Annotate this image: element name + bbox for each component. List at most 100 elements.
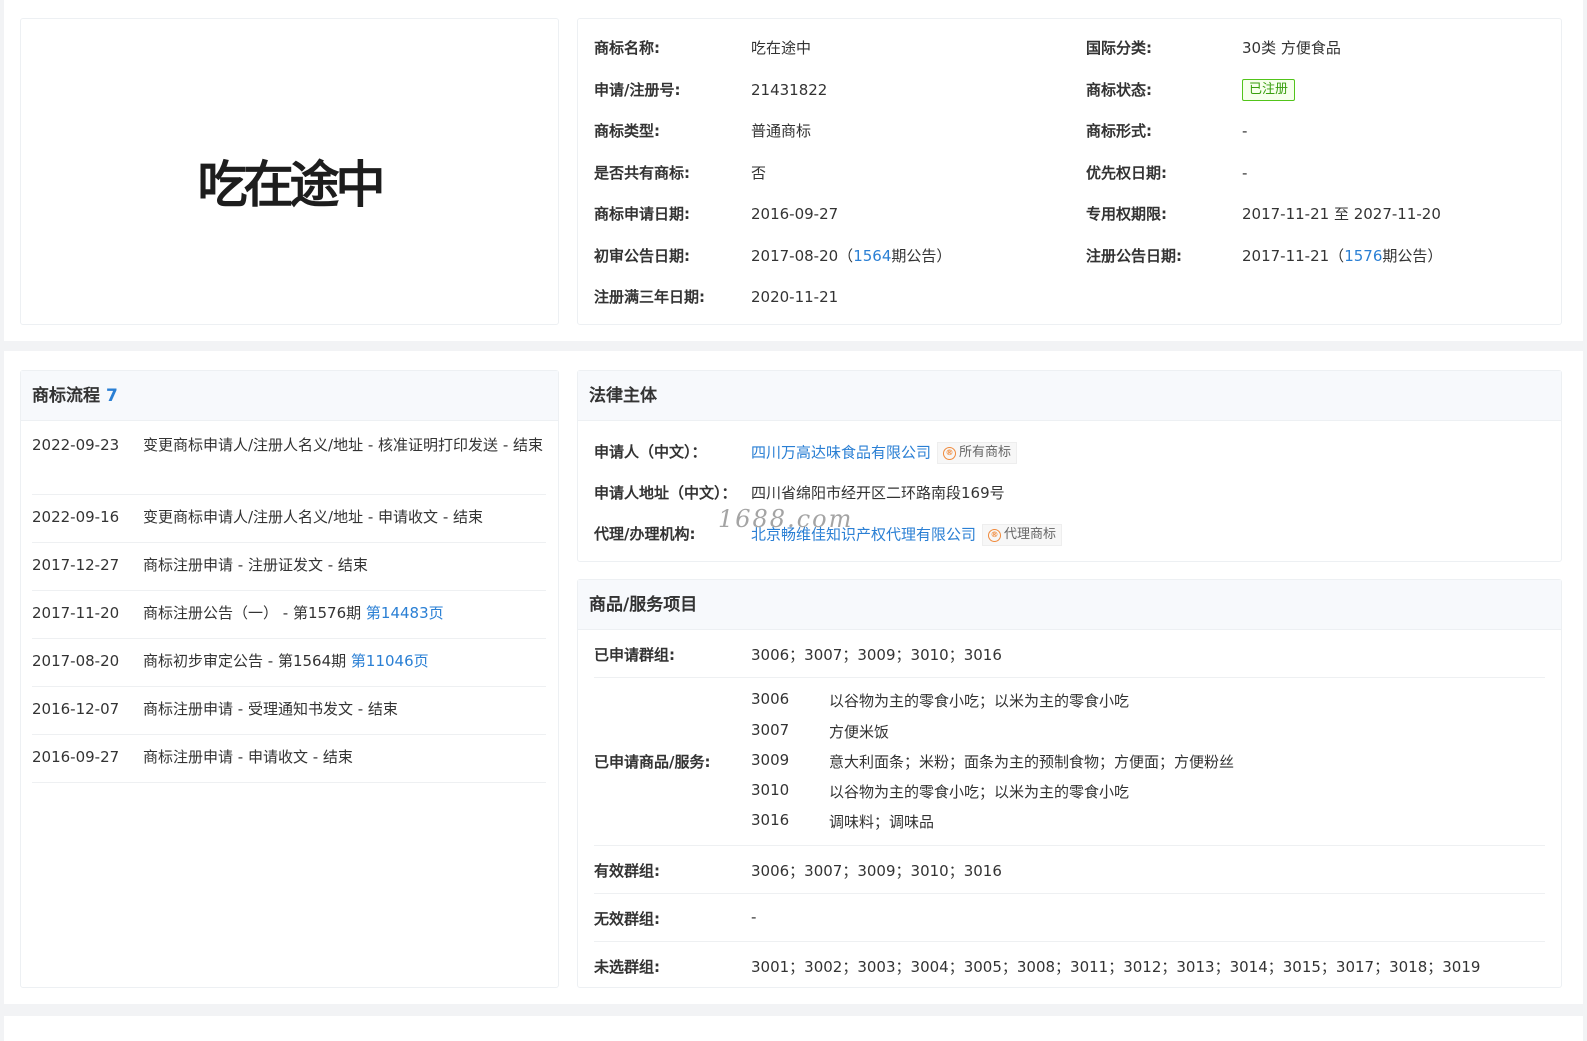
registered-icon: ®	[943, 446, 957, 460]
info-label: 优先权日期:	[1086, 164, 1167, 182]
flow-date: 2016-12-07	[32, 700, 120, 718]
flow-text: 商标初步审定公告 - 第1564期 第11046页	[143, 649, 543, 673]
info-value: 21431822	[751, 81, 828, 99]
flow-title: 商标流程	[32, 386, 100, 406]
agent-trademarks-label: 代理商标	[1004, 527, 1057, 542]
reg-issue-suffix: 期公告）	[1382, 247, 1443, 265]
goods-row-valid-groups: 有效群组: 3006；3007；3009；3010；3016	[594, 846, 1545, 894]
flow-date: 2022-09-16	[32, 508, 120, 526]
flow-text-main: 商标初步审定公告 - 第1564期	[143, 652, 351, 670]
registered-icon: ®	[988, 528, 1002, 542]
flow-date: 2017-12-27	[32, 556, 120, 574]
prelim-issue-link[interactable]: 1564	[853, 247, 891, 265]
flow-date: 2017-08-20	[32, 652, 120, 670]
flow-page-link[interactable]: 第11046页	[351, 652, 429, 670]
flow-row: 2016-12-07 商标注册申请 - 受理通知书发文 - 结束	[32, 697, 546, 735]
flow-date: 2017-11-20	[32, 604, 120, 622]
info-label: 专用权期限:	[1086, 205, 1167, 223]
flow-text: 变更商标申请人/注册人名义/地址 - 核准证明打印发送 - 结束	[143, 436, 544, 454]
unselected-groups-label: 未选群组:	[594, 958, 660, 976]
agent-trademarks-button[interactable]: ® 代理商标	[982, 524, 1063, 546]
all-trademarks-label: 所有商标	[959, 445, 1012, 460]
flow-text-main: 商标注册公告（一） - 第1576期	[143, 604, 366, 622]
flow-text: 商标注册申请 - 受理通知书发文 - 结束	[143, 700, 398, 718]
service-code: 3007	[751, 721, 790, 739]
info-value: 否	[751, 164, 767, 182]
address-value: 四川省绵阳市经开区二环路南段169号	[751, 484, 1005, 502]
trademark-flow-panel: 商标流程 7 2022-09-23 变更商标申请人/注册人名义/地址 - 核准证明…	[20, 370, 559, 988]
service-desc: 方便米饭	[829, 723, 890, 741]
info-value: 2016-09-27	[751, 205, 839, 223]
flow-row: 2016-09-27 商标注册申请 - 申请收文 - 结束	[32, 745, 546, 783]
service-code: 3010	[751, 781, 790, 799]
flow-row: 2022-09-23 变更商标申请人/注册人名义/地址 - 核准证明打印发送 -…	[32, 433, 546, 495]
status-badge: 已注册	[1242, 79, 1296, 101]
flow-text: 变更商标申请人/注册人名义/地址 - 申请收文 - 结束	[143, 508, 484, 526]
all-trademarks-button[interactable]: ® 所有商标	[937, 442, 1018, 464]
info-value: 2017-11-21 至 2027-11-20	[1242, 205, 1441, 223]
flow-count: 7	[106, 386, 118, 406]
service-code: 3009	[751, 751, 790, 769]
flow-text: 商标注册申请 - 注册证发文 - 结束	[143, 556, 368, 574]
goods-services-panel: 商品/服务项目 已申请群组: 3006；3007；3009；3010；3016 …	[577, 579, 1562, 988]
unselected-groups-value: 3001；3002；3003；3004；3005；3008；3011；3012；…	[751, 958, 1481, 976]
address-label: 申请人地址（中文）：	[594, 484, 737, 502]
flow-row: 2017-08-20 商标初步审定公告 - 第1564期 第11046页	[32, 649, 546, 687]
agent-label: 代理/办理机构:	[594, 525, 696, 543]
info-label: 商标申请日期:	[594, 205, 690, 223]
applicant-label: 申请人（中文）：	[594, 443, 707, 461]
service-desc: 意大利面条；米粉；面条为主的预制食物；方便面；方便粉丝	[829, 753, 1235, 771]
trademark-info-panel: 商标名称: 吃在途中 申请/注册号: 21431822 商标类型: 普通商标 是…	[577, 18, 1562, 325]
info-value: 30类 方便食品	[1242, 39, 1341, 57]
info-label: 商标类型:	[594, 122, 660, 140]
info-value: -	[1242, 164, 1248, 182]
info-value: 2017-11-21（1576期公告）	[1242, 246, 1442, 266]
invalid-groups-label: 无效群组:	[594, 910, 660, 928]
info-label: 注册满三年日期:	[594, 288, 705, 306]
info-label: 国际分类:	[1086, 39, 1152, 57]
watermark: 1688.com	[718, 505, 854, 533]
flow-header: 商标流程 7	[21, 371, 558, 421]
info-value: 2017-08-20（1564期公告）	[751, 246, 951, 266]
applied-groups-label: 已申请群组:	[594, 646, 675, 664]
service-code: 3016	[751, 811, 790, 829]
prelim-date-text: 2017-08-20（	[751, 247, 854, 265]
service-desc: 以谷物为主的零食小吃；以米为主的零食小吃	[829, 692, 1130, 710]
flow-text: 商标注册公告（一） - 第1576期 第14483页	[143, 601, 543, 625]
flow-date: 2016-09-27	[32, 748, 120, 766]
info-label: 商标状态:	[1086, 81, 1152, 99]
valid-groups-label: 有效群组:	[594, 862, 660, 880]
flow-text: 商标注册申请 - 申请收文 - 结束	[143, 748, 353, 766]
legal-entity-panel: 法律主体 申请人（中文）： 四川万高达味食品有限公司 ® 所有商标 申请人地址（中文…	[577, 370, 1562, 562]
service-desc: 以谷物为主的零食小吃；以米为主的零食小吃	[829, 783, 1130, 801]
info-label: 商标名称:	[594, 39, 660, 57]
legal-header: 法律主体	[578, 371, 1561, 421]
flow-date: 2022-09-23	[32, 436, 120, 454]
trademark-image-panel: 吃在途中	[20, 18, 559, 325]
trademark-logo: 吃在途中	[197, 156, 386, 214]
reg-issue-link[interactable]: 1576	[1344, 247, 1382, 265]
goods-row-applied-groups: 已申请群组: 3006；3007；3009；3010；3016	[594, 630, 1545, 678]
flow-row: 2017-11-20 商标注册公告（一） - 第1576期 第14483页	[32, 601, 546, 639]
service-desc: 调味料；调味品	[829, 813, 935, 831]
info-label: 初审公告日期:	[594, 247, 690, 265]
services-label: 已申请商品/服务:	[594, 753, 711, 771]
bottom-section	[4, 1016, 1583, 1041]
invalid-groups-value: -	[751, 908, 757, 926]
goods-row-services: 已申请商品/服务: 3006 以谷物为主的零食小吃；以米为主的零食小吃 3007 方…	[594, 678, 1545, 846]
info-label: 商标形式:	[1086, 122, 1152, 140]
info-label: 是否共有商标:	[594, 164, 690, 182]
flow-row: 2017-12-27 商标注册申请 - 注册证发文 - 结束	[32, 553, 546, 591]
applicant-link[interactable]: 四川万高达味食品有限公司	[751, 444, 931, 462]
prelim-issue-suffix: 期公告）	[891, 247, 952, 265]
info-value: -	[1242, 122, 1248, 140]
service-code: 3006	[751, 690, 790, 708]
goods-row-unselected-groups: 未选群组: 3001；3002；3003；3004；3005；3008；3011…	[594, 942, 1545, 988]
flow-row: 2022-09-16 变更商标申请人/注册人名义/地址 - 申请收文 - 结束	[32, 505, 546, 543]
applied-groups-value: 3006；3007；3009；3010；3016	[751, 646, 1002, 664]
valid-groups-value: 3006；3007；3009；3010；3016	[751, 862, 1002, 880]
info-value: 吃在途中	[751, 39, 812, 57]
reg-announce-date: 2017-11-21（	[1242, 247, 1345, 265]
flow-page-link[interactable]: 第14483页	[366, 604, 444, 622]
info-label: 注册公告日期:	[1086, 247, 1182, 265]
